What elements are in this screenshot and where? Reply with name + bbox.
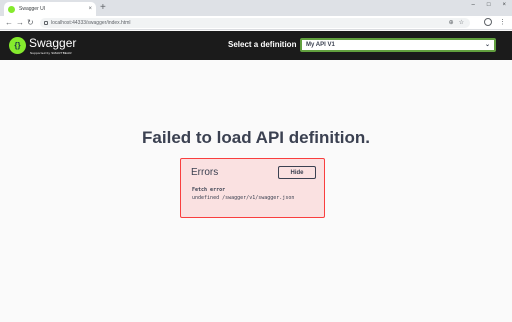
brand-subtitle: Supported by SMARTBEAR xyxy=(30,51,72,55)
error-type: Fetch error xyxy=(192,187,226,193)
zoom-icon[interactable]: ⊕ xyxy=(449,19,454,26)
swagger-favicon-icon xyxy=(8,5,15,13)
selected-definition: My API V1 xyxy=(306,42,335,48)
address-text: localhost:44333/swagger/index.html xyxy=(51,20,131,26)
address-bar[interactable]: localhost:44333/swagger/index.html xyxy=(40,18,470,28)
maximize-icon[interactable]: □ xyxy=(487,2,491,8)
back-icon[interactable]: ← xyxy=(5,17,13,29)
minimize-icon[interactable]: – xyxy=(472,2,475,8)
window-close-icon[interactable]: × xyxy=(502,2,506,8)
omnibox-icons: ⊕ ☆ xyxy=(449,19,464,26)
select-definition-label: Select a definition xyxy=(228,40,297,49)
error-detail: undefined /swagger/v1/swagger.json xyxy=(192,195,295,201)
tab-title: Swagger UI xyxy=(19,6,46,12)
swagger-topbar: {} Swagger Supported by SMARTBEAR Select… xyxy=(0,31,512,60)
browser-toolbar: ← → ↻ localhost:44333/swagger/index.html… xyxy=(0,16,512,30)
window-controls: – □ × xyxy=(472,2,506,8)
browser-tab[interactable]: Swagger UI × xyxy=(4,2,96,16)
hide-button[interactable]: Hide xyxy=(278,166,316,179)
tab-close-icon[interactable]: × xyxy=(88,6,92,12)
browser-menu-icon[interactable]: ⋮ xyxy=(499,18,506,26)
swagger-logo-icon: {} xyxy=(9,37,26,54)
chevron-down-icon: ⌄ xyxy=(484,42,490,48)
browser-tabstrip: Swagger UI × + – □ × xyxy=(0,0,512,16)
brand-name: Swagger xyxy=(29,36,77,50)
new-tab-button[interactable]: + xyxy=(100,2,106,14)
reload-icon[interactable]: ↻ xyxy=(27,17,34,29)
page-title: Failed to load API definition. xyxy=(142,128,370,147)
lock-icon xyxy=(44,21,48,25)
definition-select[interactable]: My API V1 ⌄ xyxy=(300,38,496,52)
toolbar-right: ⋮ xyxy=(484,18,506,26)
profile-avatar-icon[interactable] xyxy=(484,18,492,26)
errors-panel: Errors Hide Fetch error undefined /swagg… xyxy=(180,158,325,218)
errors-heading: Errors xyxy=(191,167,219,178)
bookmark-star-icon[interactable]: ☆ xyxy=(459,19,464,26)
forward-icon[interactable]: → xyxy=(16,17,24,29)
